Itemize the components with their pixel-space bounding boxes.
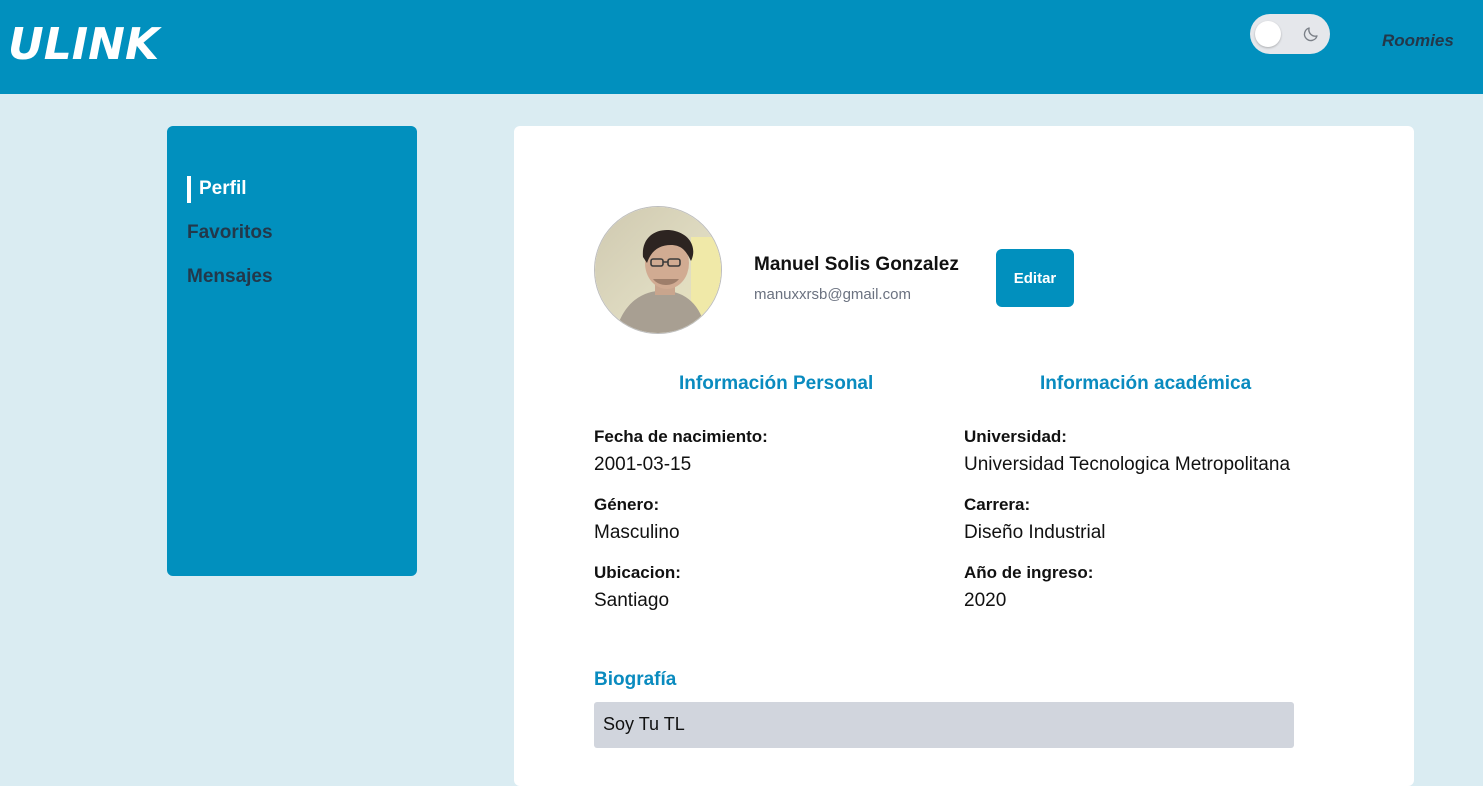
profile-email: manuxxrsb@gmail.com	[754, 286, 911, 303]
theme-toggle[interactable]	[1250, 14, 1330, 54]
bio-title: Biografía	[594, 669, 677, 690]
field-value-university: Universidad Tecnologica Metropolitana	[964, 454, 1291, 475]
field-label-career: Carrera:	[964, 495, 1031, 514]
navbar: ULINK Roomies	[0, 0, 1483, 94]
sidebar-item-mensajes[interactable]: Mensajes	[187, 266, 273, 288]
field-value-entry-year: 2020	[964, 590, 1007, 611]
field-label-location: Ubicacion:	[594, 563, 681, 582]
field-value-career: Diseño Industrial	[964, 522, 1106, 543]
field-label-gender: Género:	[594, 495, 660, 514]
field-value-birthdate: 2001-03-15	[594, 454, 692, 475]
field-value-location: Santiago	[594, 590, 670, 611]
profile-name: Manuel Solis Gonzalez	[754, 254, 959, 275]
sidebar-item-perfil[interactable]: Perfil	[187, 176, 247, 203]
bio-text: Soy Tu TL	[594, 702, 1294, 748]
field-label-entry-year: Año de ingreso:	[964, 563, 1094, 582]
avatar	[594, 206, 722, 334]
field-label-university: Universidad:	[964, 427, 1067, 446]
logo[interactable]: ULINK	[8, 20, 159, 70]
profile-card: Manuel Solis Gonzalez manuxxrsb@gmail.co…	[514, 126, 1414, 786]
nav-link-roomies[interactable]: Roomies	[1382, 31, 1454, 51]
toggle-knob	[1255, 21, 1281, 47]
sidebar-item-favoritos[interactable]: Favoritos	[187, 222, 273, 244]
sidebar: Perfil Favoritos Mensajes	[167, 126, 417, 576]
user-photo	[595, 207, 721, 333]
moon-icon	[1303, 27, 1318, 42]
field-label-birthdate: Fecha de nacimiento:	[594, 427, 768, 446]
personal-info-title: Información Personal	[679, 373, 874, 394]
edit-button[interactable]: Editar	[996, 249, 1074, 307]
academic-info-title: Información académica	[1040, 373, 1252, 394]
field-value-gender: Masculino	[594, 522, 680, 543]
